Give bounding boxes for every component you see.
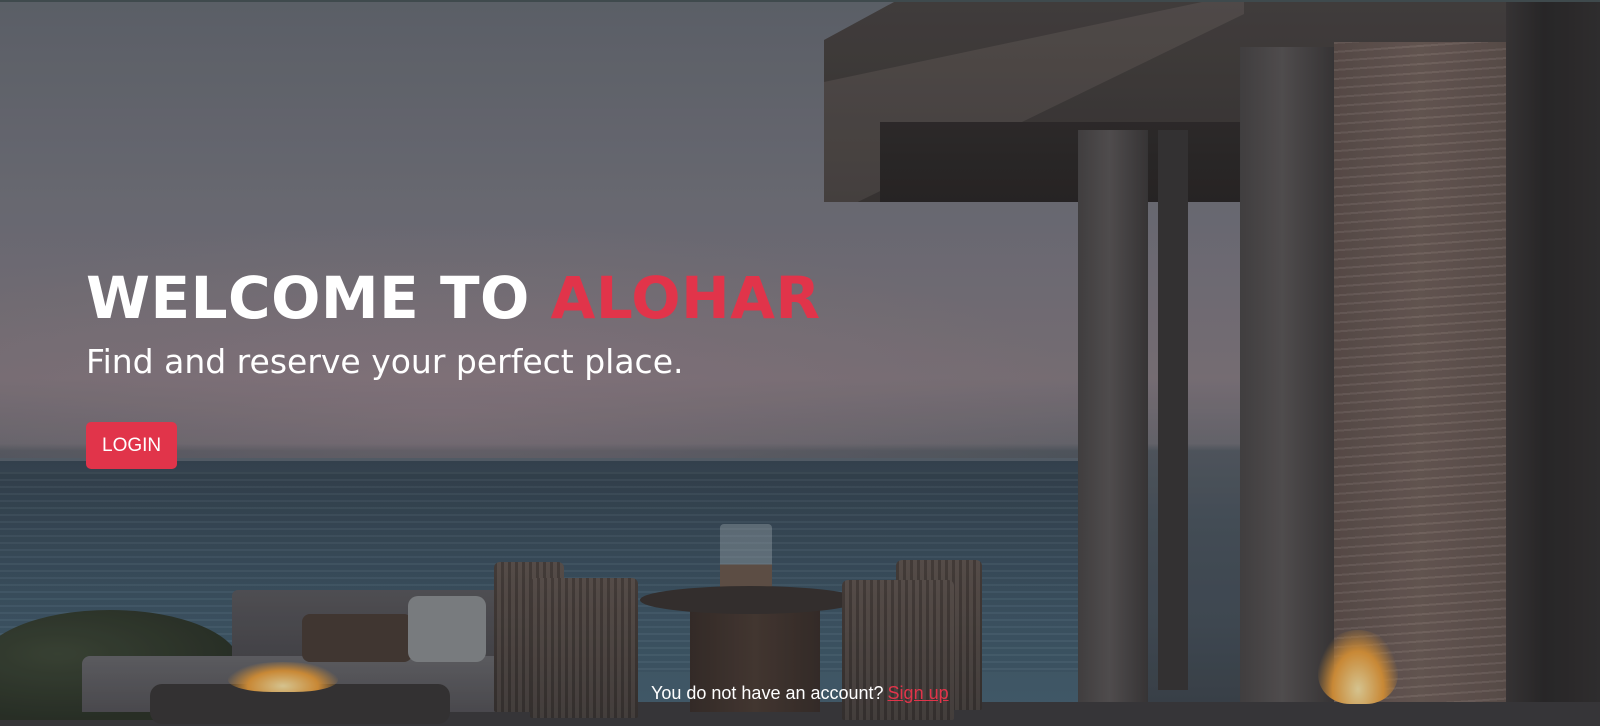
signup-prompt: You do not have an account? Sign up: [651, 683, 949, 704]
page-title: WELCOME TO ALOHAR: [86, 266, 821, 330]
headline-prefix: WELCOME TO: [86, 264, 530, 332]
hero-subtitle: Find and reserve your perfect place.: [86, 342, 684, 381]
hero-content: WELCOME TO ALOHAR Find and reserve your …: [86, 266, 821, 469]
login-button[interactable]: LOGIN: [86, 422, 178, 469]
hero-section: WELCOME TO ALOHAR Find and reserve your …: [0, 0, 1600, 726]
brand-name: ALOHAR: [550, 264, 821, 332]
signup-link[interactable]: Sign up: [888, 683, 949, 703]
signup-prompt-text: You do not have an account?: [651, 683, 884, 703]
